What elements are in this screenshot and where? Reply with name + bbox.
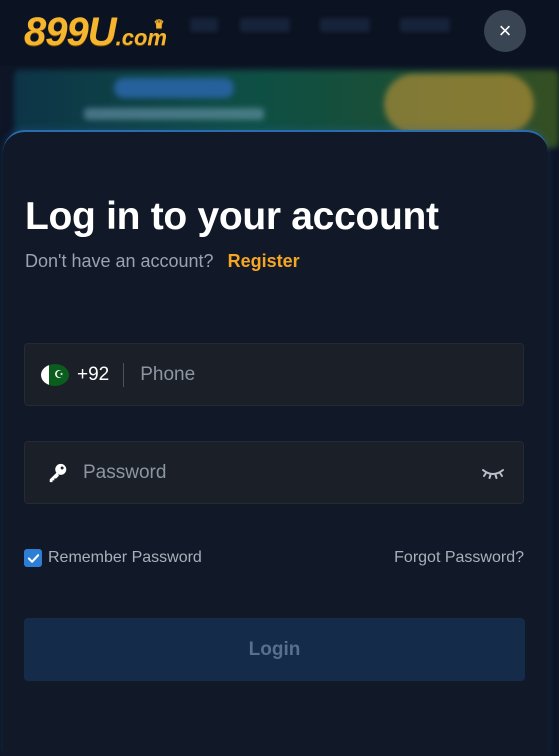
register-prompt: Don't have an account? Register	[25, 251, 300, 272]
remember-label[interactable]: Remember Password	[48, 549, 202, 567]
nav-placeholder	[190, 18, 218, 32]
check-icon	[27, 553, 39, 563]
close-icon: ×	[498, 18, 512, 43]
logo-main: 899U	[24, 10, 117, 54]
password-field	[24, 441, 524, 504]
phone-input[interactable]	[138, 362, 523, 387]
close-button[interactable]: ×	[484, 10, 526, 52]
remember-checkbox[interactable]	[24, 549, 42, 567]
banner-shape	[114, 78, 234, 98]
login-button[interactable]: Login	[24, 618, 525, 681]
banner-shape	[84, 108, 264, 120]
crown-icon: ♛	[153, 17, 165, 31]
remember-password: Remember Password	[24, 549, 202, 567]
nav-placeholder	[320, 18, 370, 32]
logo-suffix: ♛ .com	[116, 17, 167, 51]
pakistan-flag-icon[interactable]: ☪	[41, 363, 69, 386]
country-code[interactable]: +92	[77, 364, 109, 386]
key-icon	[49, 463, 67, 482]
banner-shape	[384, 74, 534, 134]
register-prompt-text: Don't have an account?	[25, 251, 214, 271]
site-logo: 899U ♛ .com	[24, 10, 167, 54]
login-options: Remember Password Forgot Password?	[24, 546, 524, 570]
phone-field: ☪ +92	[24, 343, 524, 406]
nav-placeholder	[400, 18, 450, 32]
login-modal: Log in to your account Don't have an acc…	[3, 130, 548, 756]
page-title: Log in to your account	[25, 195, 439, 238]
eye-closed-icon[interactable]	[481, 465, 505, 481]
password-input[interactable]	[81, 460, 481, 485]
register-link[interactable]: Register	[228, 251, 300, 271]
divider	[123, 362, 125, 387]
forgot-password-link[interactable]: Forgot Password?	[394, 549, 524, 567]
nav-placeholder	[240, 18, 290, 32]
